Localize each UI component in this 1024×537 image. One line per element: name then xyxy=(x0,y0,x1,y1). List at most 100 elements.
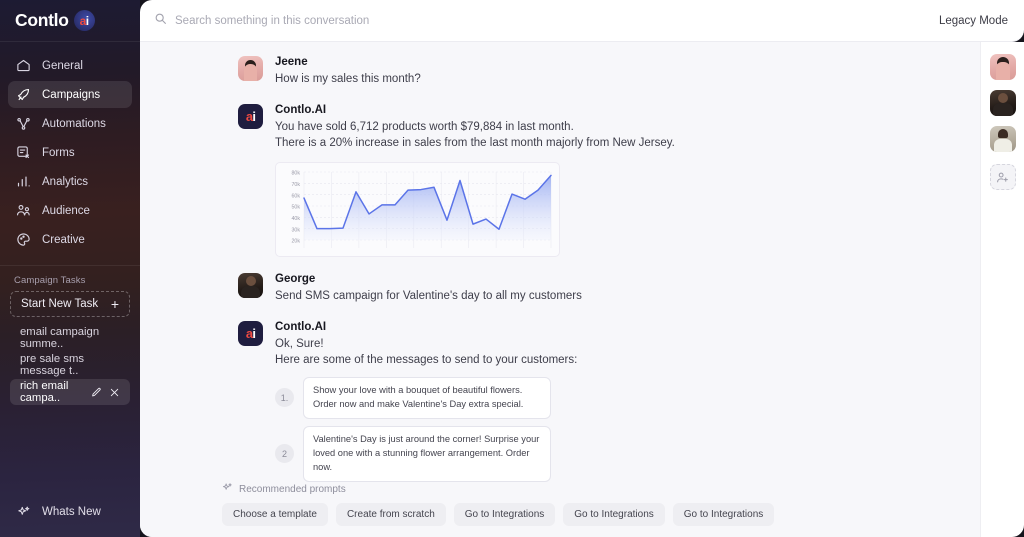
start-new-task-label: Start New Task xyxy=(21,298,98,310)
chat-message: George Send SMS campaign for Valentine's… xyxy=(238,273,910,305)
svg-text:60k: 60k xyxy=(291,193,300,199)
avatar xyxy=(238,273,263,298)
prompt-chip-go-to-integrations-3[interactable]: Go to Integrations xyxy=(673,503,775,526)
whats-new-button[interactable]: Whats New xyxy=(0,493,140,531)
sidebar-item-label: Forms xyxy=(42,147,75,159)
search-icon xyxy=(154,12,167,30)
svg-text:30k: 30k xyxy=(291,227,300,233)
suggestion-text[interactable]: Valentine's Day is just around the corne… xyxy=(303,426,551,482)
chat-messages: Jeene How is my sales this month? ai Con… xyxy=(210,56,910,482)
ai-mark-icon: ai xyxy=(246,327,255,340)
sidebar-item-analytics[interactable]: Analytics xyxy=(8,168,132,195)
svg-text:20k: 20k xyxy=(291,239,300,245)
home-icon xyxy=(16,58,31,73)
list-item[interactable]: 1. Show your love with a bouquet of beau… xyxy=(275,377,910,419)
chat-message: Jeene How is my sales this month? xyxy=(238,56,910,88)
sidebar-item-label: Automations xyxy=(42,118,106,130)
content-row: Jeene How is my sales this month? ai Con… xyxy=(140,42,1024,537)
message-body: Jeene How is my sales this month? xyxy=(275,56,910,88)
add-person-icon[interactable] xyxy=(990,164,1016,190)
campaign-tasks-heading: Campaign Tasks xyxy=(0,266,140,291)
avatar[interactable] xyxy=(990,54,1016,80)
start-new-task-button[interactable]: Start New Task + xyxy=(10,291,130,317)
message-author: Contlo.AI xyxy=(275,104,910,116)
task-actions xyxy=(91,387,120,398)
creative-icon xyxy=(16,232,31,247)
avatar[interactable] xyxy=(990,126,1016,152)
task-item-2[interactable]: pre sale sms message t.. xyxy=(10,352,130,378)
message-text: There is a 20% increase in sales from th… xyxy=(275,135,910,152)
sidebar-item-creative[interactable]: Creative xyxy=(8,226,132,253)
avatar[interactable] xyxy=(990,90,1016,116)
plus-icon: + xyxy=(111,297,119,311)
task-item-3[interactable]: rich email campa.. xyxy=(10,379,130,405)
brand-name: Contlo xyxy=(15,10,69,31)
edit-icon[interactable] xyxy=(91,387,102,398)
sidebar-item-forms[interactable]: Forms xyxy=(8,139,132,166)
chat-message: ai Contlo.AI You have sold 6,712 product… xyxy=(238,104,910,257)
chat-column: Jeene How is my sales this month? ai Con… xyxy=(140,42,980,537)
legacy-mode-button[interactable]: Legacy Mode xyxy=(939,15,1008,27)
main-area: Legacy Mode Jeene How is my sales this m… xyxy=(140,0,1024,537)
mark-letter-i: i xyxy=(252,110,255,123)
search-container xyxy=(154,12,939,30)
suggestion-number: 1. xyxy=(275,388,294,407)
message-text: Ok, Sure! xyxy=(275,336,910,353)
list-item[interactable]: 2 Valentine's Day is just around the cor… xyxy=(275,426,910,482)
message-body: Contlo.AI You have sold 6,712 products w… xyxy=(275,104,910,257)
message-body: George Send SMS campaign for Valentine's… xyxy=(275,273,910,305)
message-author: Jeene xyxy=(275,56,910,68)
automations-icon xyxy=(16,116,31,131)
app-root: Contlo ai General Campaigns xyxy=(0,0,1024,537)
app-logo[interactable]: Contlo ai xyxy=(0,0,140,42)
svg-text:50k: 50k xyxy=(291,205,300,211)
sidebar-item-label: Campaigns xyxy=(42,89,100,101)
recommended-prompts-inner: Recommended prompts Choose a template Cr… xyxy=(210,482,910,526)
svg-text:80k: 80k xyxy=(291,171,300,177)
task-item-1[interactable]: email campaign summe.. xyxy=(10,325,130,351)
sparkle-icon xyxy=(16,505,31,520)
message-text: How is my sales this month? xyxy=(275,71,910,88)
message-author: Contlo.AI xyxy=(275,321,910,333)
chart-svg: 20k 30k 40k 50k 60k 70k 80k xyxy=(278,168,555,254)
prompt-chip-create-from-scratch[interactable]: Create from scratch xyxy=(336,503,446,526)
message-author: George xyxy=(275,273,910,285)
sidebar-item-label: Audience xyxy=(42,205,90,217)
sidebar-item-campaigns[interactable]: Campaigns xyxy=(8,81,132,108)
sidebar-item-general[interactable]: General xyxy=(8,52,132,79)
avatar: ai xyxy=(238,104,263,129)
recommended-prompts-label-row: Recommended prompts xyxy=(222,482,910,496)
forms-icon xyxy=(16,145,31,160)
sidebar-item-label: Analytics xyxy=(42,176,88,188)
search-input[interactable] xyxy=(175,15,595,27)
svg-text:70k: 70k xyxy=(291,182,300,188)
ai-mark-icon: ai xyxy=(246,110,255,123)
ai-badge-icon: ai xyxy=(74,10,95,31)
suggestion-text[interactable]: Show your love with a bouquet of beautif… xyxy=(303,377,551,419)
whats-new-label: Whats New xyxy=(42,506,101,518)
sidebar-item-audience[interactable]: Audience xyxy=(8,197,132,224)
message-text: You have sold 6,712 products worth $79,8… xyxy=(275,119,910,136)
top-bar: Legacy Mode xyxy=(140,0,1024,42)
chat-scroll-area[interactable]: Jeene How is my sales this month? ai Con… xyxy=(140,42,980,482)
sidebar-item-label: General xyxy=(42,60,83,72)
participants-rail xyxy=(980,42,1024,537)
close-icon[interactable] xyxy=(109,387,120,398)
prompt-chip-choose-a-template[interactable]: Choose a template xyxy=(222,503,328,526)
prompt-chip-go-to-integrations-1[interactable]: Go to Integrations xyxy=(454,503,556,526)
recommended-prompts-bar: Recommended prompts Choose a template Cr… xyxy=(140,482,980,537)
prompt-chips: Choose a template Create from scratch Go… xyxy=(222,503,910,526)
task-item-label: email campaign summe.. xyxy=(20,326,120,350)
svg-text:40k: 40k xyxy=(291,216,300,222)
message-text: Send SMS campaign for Valentine's day to… xyxy=(275,288,910,305)
sidebar-nav: General Campaigns Automations Forms xyxy=(0,42,140,257)
rocket-icon xyxy=(16,87,31,102)
badge-letter-i: i xyxy=(86,15,89,27)
sidebar-item-automations[interactable]: Automations xyxy=(8,110,132,137)
sales-area-chart: 20k 30k 40k 50k 60k 70k 80k xyxy=(275,162,560,257)
sidebar-spacer xyxy=(0,406,140,493)
recommended-prompts-label: Recommended prompts xyxy=(239,484,346,495)
users-icon xyxy=(16,203,31,218)
left-sidebar: Contlo ai General Campaigns xyxy=(0,0,140,537)
prompt-chip-go-to-integrations-2[interactable]: Go to Integrations xyxy=(563,503,665,526)
